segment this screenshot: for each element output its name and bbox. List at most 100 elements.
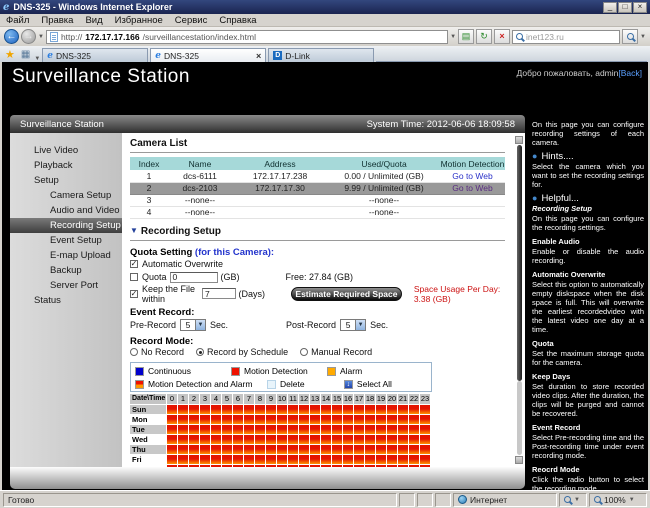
schedule-cell-mon-9[interactable] — [266, 414, 276, 424]
schedule-cell-thu-5[interactable] — [222, 444, 232, 454]
camera-row-3[interactable]: 3 --none-- --none-- — [130, 194, 505, 207]
menu-item-tools[interactable]: Сервис — [175, 15, 208, 26]
schedule-hour-17[interactable]: 17 — [354, 393, 364, 404]
schedule-cell-mon-17[interactable] — [354, 414, 364, 424]
schedule-cell-tue-7[interactable] — [244, 424, 254, 434]
schedule-cell-mon-15[interactable] — [332, 414, 342, 424]
maximize-button[interactable]: □ — [618, 1, 632, 13]
schedule-cell-tue-9[interactable] — [266, 424, 276, 434]
schedule-hour-7[interactable]: 7 — [244, 393, 254, 404]
schedule-cell-sun-10[interactable] — [277, 404, 287, 414]
schedule-cell-thu-21[interactable] — [398, 444, 408, 454]
legend-delete[interactable]: Delete — [267, 379, 319, 389]
schedule-cell-thu-2[interactable] — [189, 444, 199, 454]
address-dropdown-icon[interactable]: ▼ — [450, 34, 456, 40]
sidebar-item-emap-upload[interactable]: E-map Upload — [10, 248, 122, 263]
schedule-cell-fri-23[interactable] — [420, 454, 430, 464]
schedule-cell-fri-8[interactable] — [255, 454, 265, 464]
schedule-cell-tue-19[interactable] — [376, 424, 386, 434]
schedule-cell-fri-15[interactable] — [332, 454, 342, 464]
schedule-cell-fri-12[interactable] — [299, 454, 309, 464]
radio-manual-record[interactable]: Manual Record — [300, 347, 372, 357]
keep-days-input[interactable]: 7 — [201, 288, 236, 299]
schedule-cell-wed-18[interactable] — [365, 434, 375, 444]
schedule-cell-mon-3[interactable] — [200, 414, 210, 424]
schedule-cell-thu-7[interactable] — [244, 444, 254, 454]
schedule-cell-fri-3[interactable] — [200, 454, 210, 464]
schedule-cell-mon-8[interactable] — [255, 414, 265, 424]
schedule-cell-tue-1[interactable] — [178, 424, 188, 434]
sidebar-item-camera-setup[interactable]: Camera Setup — [10, 188, 122, 203]
schedule-cell-wed-12[interactable] — [299, 434, 309, 444]
pre-record-select[interactable]: 5 ▼ — [180, 318, 207, 331]
schedule-cell-sun-8[interactable] — [255, 404, 265, 414]
schedule-cell-tue-22[interactable] — [409, 424, 419, 434]
back-link[interactable]: [Back] — [618, 68, 642, 78]
schedule-cell-wed-4[interactable] — [211, 434, 221, 444]
quota-checkbox[interactable] — [130, 273, 138, 281]
schedule-cell-fri-1[interactable] — [178, 454, 188, 464]
schedule-cell-tue-0[interactable] — [167, 424, 177, 434]
schedule-cell-fri-21[interactable] — [398, 454, 408, 464]
schedule-cell-sun-5[interactable] — [222, 404, 232, 414]
legend-select-all[interactable]: ↓ Select All — [343, 379, 427, 389]
schedule-hour-10[interactable]: 10 — [277, 393, 287, 404]
schedule-cell-tue-21[interactable] — [398, 424, 408, 434]
schedule-cell-thu-11[interactable] — [288, 444, 298, 454]
schedule-cell-thu-20[interactable] — [387, 444, 397, 454]
schedule-cell-thu-14[interactable] — [321, 444, 331, 454]
schedule-hour-21[interactable]: 21 — [398, 393, 408, 404]
sidebar-item-backup[interactable]: Backup — [10, 263, 122, 278]
schedule-hour-18[interactable]: 18 — [365, 393, 375, 404]
schedule-hour-8[interactable]: 8 — [255, 393, 265, 404]
sidebar-item-recording-setup[interactable]: Recording Setup — [10, 218, 122, 233]
menu-item-edit[interactable]: Правка — [41, 15, 73, 26]
schedule-hour-6[interactable]: 6 — [233, 393, 243, 404]
schedule-cell-thu-9[interactable] — [266, 444, 276, 454]
schedule-cell-wed-23[interactable] — [420, 434, 430, 444]
schedule-cell-tue-11[interactable] — [288, 424, 298, 434]
radio-no-record[interactable]: No Record — [130, 347, 184, 357]
schedule-cell-mon-22[interactable] — [409, 414, 419, 424]
schedule-cell-sun-1[interactable] — [178, 404, 188, 414]
schedule-cell-wed-6[interactable] — [233, 434, 243, 444]
schedule-hour-23[interactable]: 23 — [420, 393, 430, 404]
schedule-cell-tue-8[interactable] — [255, 424, 265, 434]
schedule-cell-wed-22[interactable] — [409, 434, 419, 444]
minimize-button[interactable]: _ — [603, 1, 617, 13]
schedule-cell-fri-17[interactable] — [354, 454, 364, 464]
schedule-hour-14[interactable]: 14 — [321, 393, 331, 404]
schedule-cell-thu-4[interactable] — [211, 444, 221, 454]
refresh-button[interactable]: ↻ — [476, 29, 493, 44]
schedule-cell-sun-4[interactable] — [211, 404, 221, 414]
schedule-hour-9[interactable]: 9 — [266, 393, 276, 404]
schedule-hour-11[interactable]: 11 — [288, 393, 298, 404]
schedule-cell-mon-13[interactable] — [310, 414, 320, 424]
scrollbar-track[interactable] — [516, 381, 522, 455]
forward-button[interactable]: → — [21, 29, 36, 44]
schedule-cell-mon-1[interactable] — [178, 414, 188, 424]
schedule-hour-19[interactable]: 19 — [376, 393, 386, 404]
sidebar-item-event-setup[interactable]: Event Setup — [10, 233, 122, 248]
schedule-cell-tue-6[interactable] — [233, 424, 243, 434]
schedule-cell-fri-7[interactable] — [244, 454, 254, 464]
schedule-cell-wed-2[interactable] — [189, 434, 199, 444]
favorites-star-icon[interactable]: ★ — [3, 48, 17, 62]
schedule-cell-sun-2[interactable] — [189, 404, 199, 414]
compatibility-button[interactable]: ▤ — [458, 29, 475, 44]
schedule-cell-thu-12[interactable] — [299, 444, 309, 454]
schedule-cell-mon-0[interactable] — [167, 414, 177, 424]
schedule-cell-mon-7[interactable] — [244, 414, 254, 424]
schedule-hour-22[interactable]: 22 — [409, 393, 419, 404]
camera-row-2-selected[interactable]: 2 dcs-2103 172.17.17.30 9.99 / Unlimited… — [130, 182, 505, 195]
search-input[interactable]: inet123.ru — [512, 29, 621, 44]
schedule-cell-wed-17[interactable] — [354, 434, 364, 444]
schedule-cell-thu-6[interactable] — [233, 444, 243, 454]
schedule-cell-sun-21[interactable] — [398, 404, 408, 414]
quota-input[interactable]: 0 — [169, 271, 218, 283]
menu-item-file[interactable]: Файл — [6, 15, 29, 26]
schedule-hour-0[interactable]: 0 — [167, 393, 177, 404]
schedule-cell-fri-5[interactable] — [222, 454, 232, 464]
schedule-cell-mon-11[interactable] — [288, 414, 298, 424]
schedule-cell-wed-20[interactable] — [387, 434, 397, 444]
